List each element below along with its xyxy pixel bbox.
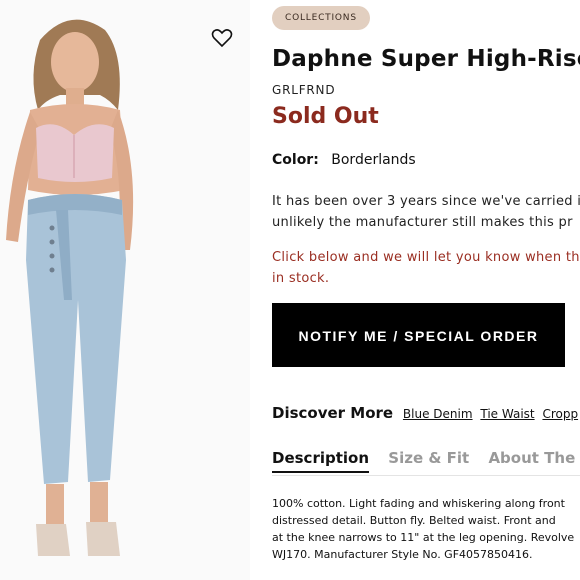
- product-title: Daphne Super High-Rise Je: [272, 46, 580, 72]
- tab-about-brand[interactable]: About The Bra: [488, 449, 580, 467]
- discover-link-blue-denim[interactable]: Blue Denim: [403, 407, 473, 421]
- color-label: Color:: [272, 152, 319, 168]
- availability-message: It has been over 3 years since we've car…: [272, 191, 580, 233]
- discover-label: Discover More: [272, 404, 394, 422]
- details-line: at the knee narrows to 11" at the leg op…: [272, 531, 575, 544]
- collections-pill[interactable]: COLLECTIONS: [272, 6, 370, 30]
- tab-size-fit[interactable]: Size & Fit: [388, 449, 469, 467]
- model-illustration: [6, 19, 134, 556]
- product-details: 100% cotton. Light fading and whiskering…: [272, 495, 574, 563]
- notify-me-button[interactable]: NOTIFY ME / SPECIAL ORDER: [272, 303, 565, 367]
- notice-line: Click below and we will let you know whe…: [272, 250, 580, 265]
- availability-line: It has been over 3 years since we've car…: [272, 194, 580, 209]
- details-line: distressed detail. Button fly. Belted wa…: [272, 514, 556, 527]
- discover-link-tie-waist[interactable]: Tie Waist: [480, 407, 534, 421]
- notify-notice: Click below and we will let you know whe…: [272, 247, 580, 289]
- color-row: Color: Borderlands: [272, 152, 416, 168]
- color-value: Borderlands: [331, 152, 416, 168]
- discover-link-cropped[interactable]: Cropp: [542, 407, 578, 421]
- discover-more: Discover More Blue Denim Tie Waist Cropp: [272, 404, 580, 422]
- heart-outline-icon[interactable]: [210, 26, 234, 50]
- product-page: COLLECTIONS Daphne Super High-Rise Je GR…: [0, 0, 580, 580]
- details-line: 100% cotton. Light fading and whiskering…: [272, 497, 565, 510]
- notice-line: in stock.: [272, 271, 330, 286]
- tab-divider: [272, 475, 580, 476]
- tab-description[interactable]: Description: [272, 449, 370, 473]
- product-info: COLLECTIONS Daphne Super High-Rise Je GR…: [272, 0, 580, 580]
- brand-link[interactable]: GRLFRND: [272, 83, 335, 97]
- availability-line: unlikely the manufacturer still makes th…: [272, 215, 573, 230]
- details-line: WJ170. Manufacturer Style No. GF40578504…: [272, 548, 533, 561]
- product-image[interactable]: [0, 0, 250, 580]
- stock-status: Sold Out: [272, 104, 379, 129]
- product-tabs: Description Size & Fit About The Bra: [272, 449, 580, 473]
